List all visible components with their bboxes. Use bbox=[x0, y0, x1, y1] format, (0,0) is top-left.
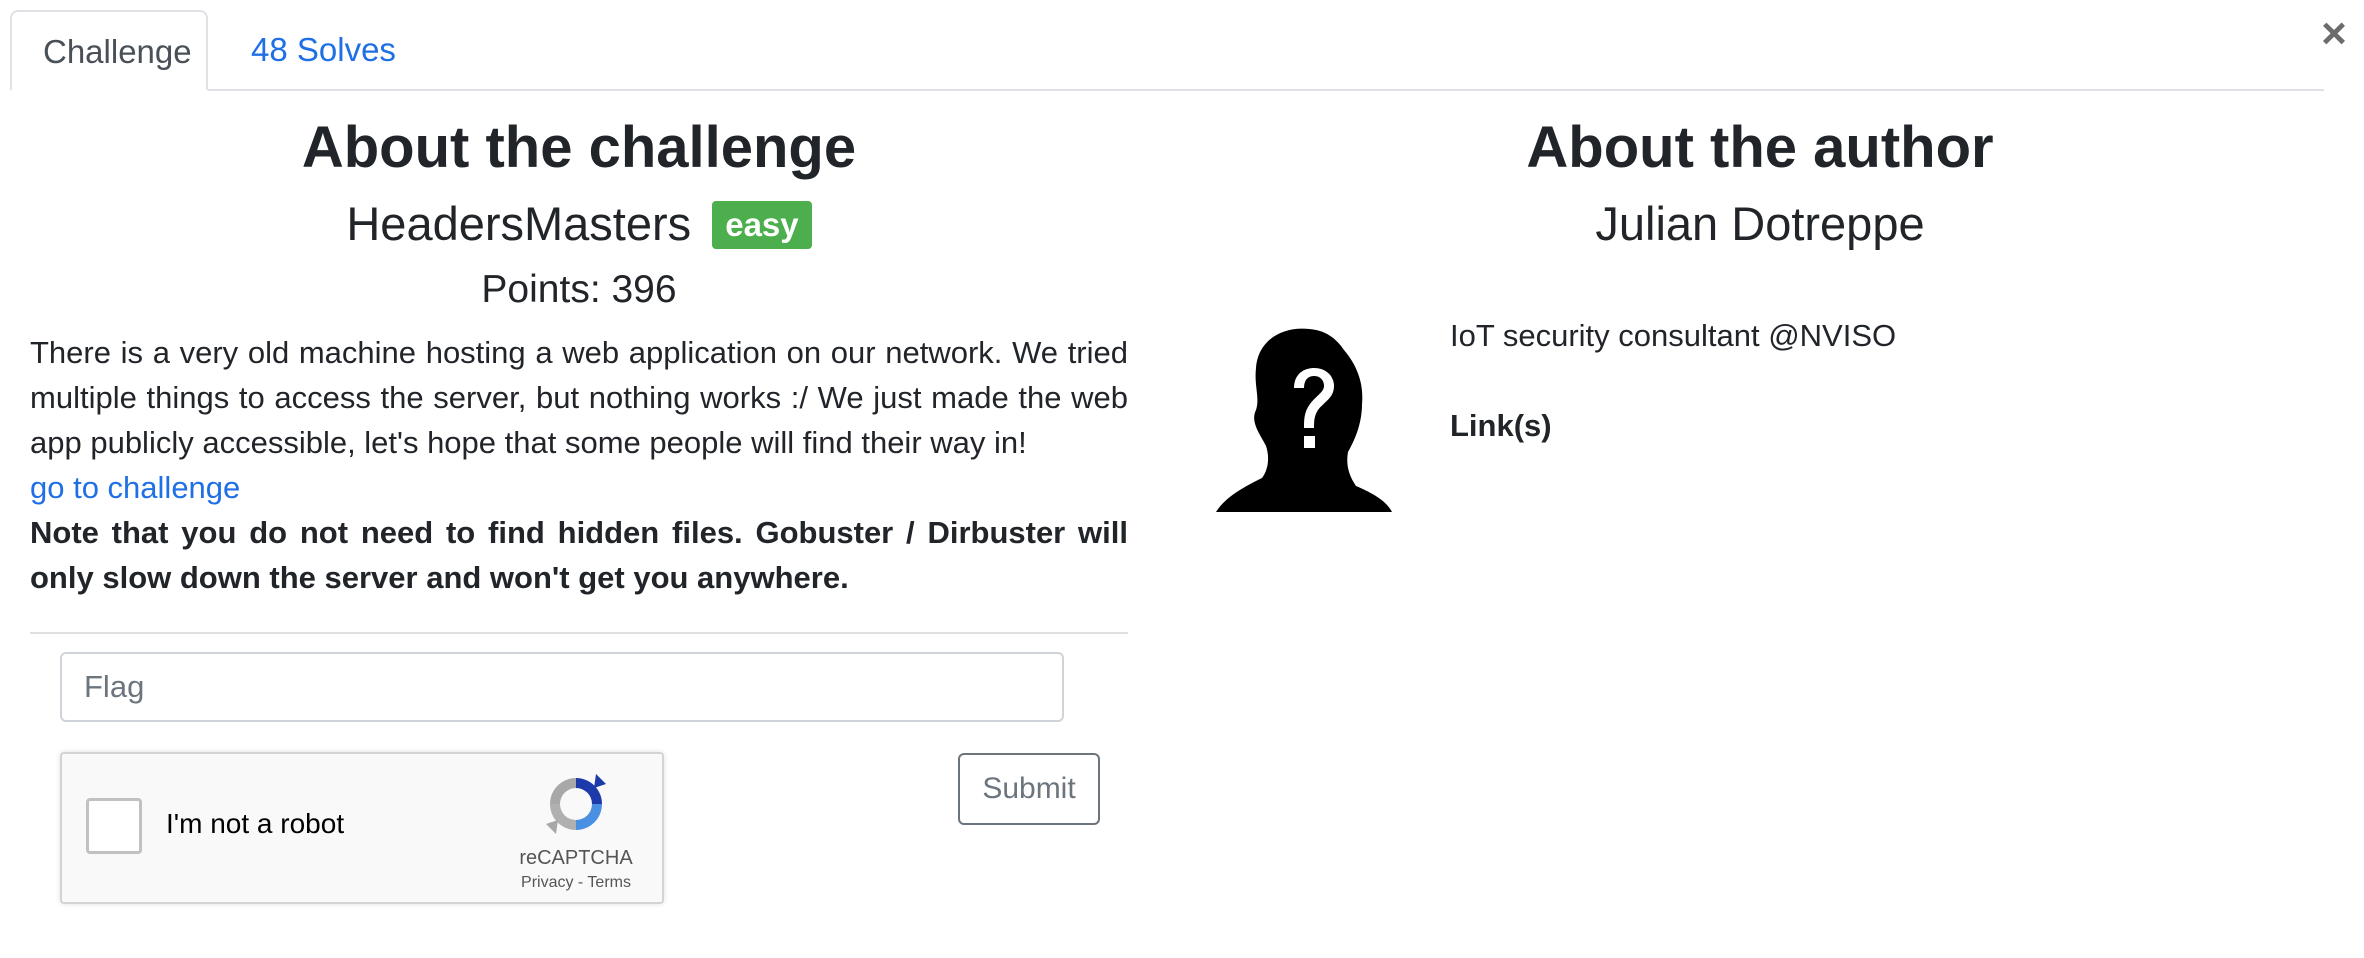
recaptcha-widget: I'm not a robot reCAPTCHA Privacy - Term… bbox=[60, 752, 664, 904]
tab-bar: Challenge 48 Solves bbox=[10, 10, 2324, 91]
challenge-description: There is a very old machine hosting a we… bbox=[30, 335, 1128, 460]
author-links-label: Link(s) bbox=[1450, 408, 1552, 443]
author-panel: About the author Julian Dotreppe IoT sec… bbox=[1190, 100, 2330, 512]
flag-input[interactable] bbox=[60, 652, 1064, 722]
tab-solves[interactable]: 48 Solves bbox=[220, 10, 427, 89]
challenge-title-row: HeadersMasters easy bbox=[30, 192, 1128, 256]
challenge-points: Points: 396 bbox=[481, 268, 677, 311]
divider bbox=[30, 632, 1128, 634]
author-name: Julian Dotreppe bbox=[1595, 197, 1925, 250]
difficulty-badge: easy bbox=[712, 201, 812, 249]
author-heading: About the author bbox=[1526, 115, 1994, 180]
challenge-note: Note that you do not need to find hidden… bbox=[30, 515, 1128, 595]
challenge-heading: About the challenge bbox=[301, 115, 857, 180]
tab-challenge[interactable]: Challenge bbox=[10, 10, 208, 91]
challenge-name: HeadersMasters bbox=[346, 197, 692, 250]
recaptcha-logo-icon bbox=[546, 774, 606, 834]
recaptcha-label: I'm not a robot bbox=[166, 808, 345, 839]
recaptcha-brand: reCAPTCHA bbox=[519, 847, 633, 869]
recaptcha-privacy-terms[interactable]: Privacy - Terms bbox=[506, 874, 646, 892]
unknown-person-avatar-icon bbox=[1216, 328, 1392, 512]
recaptcha-checkbox[interactable] bbox=[86, 798, 142, 854]
close-icon[interactable]: × bbox=[2312, 12, 2356, 56]
author-bio: IoT security consultant @NVISO bbox=[1450, 318, 1897, 353]
challenge-panel: About the challenge HeadersMasters easy … bbox=[30, 100, 1128, 904]
submit-button[interactable]: Submit bbox=[958, 753, 1100, 825]
go-to-challenge-link[interactable]: go to challenge bbox=[30, 465, 1128, 510]
